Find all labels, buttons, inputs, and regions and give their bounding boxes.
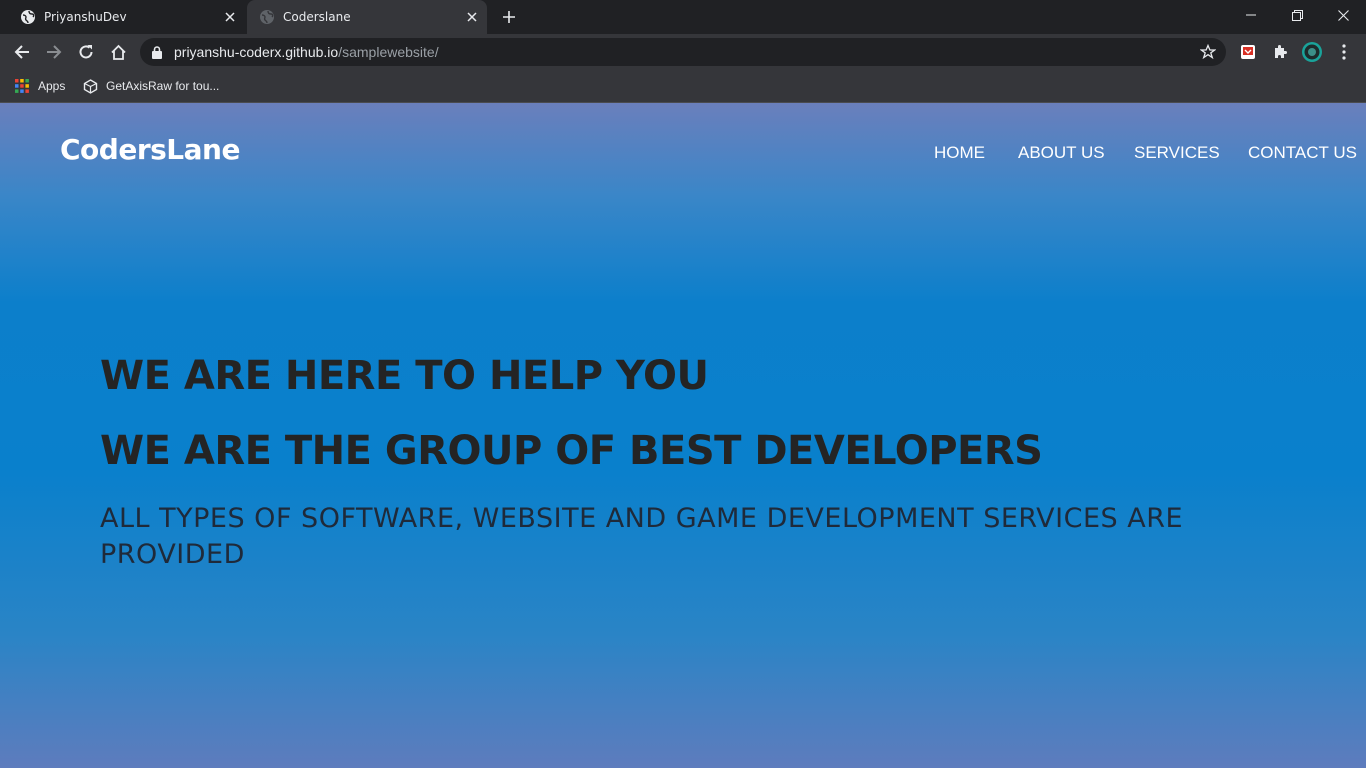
minimize-button[interactable] — [1228, 0, 1274, 30]
new-tab-button[interactable] — [498, 6, 520, 28]
lock-icon — [152, 45, 166, 59]
url-host: priyanshu-coderx.github.io — [174, 44, 339, 60]
tab-title: Coderslane — [283, 10, 351, 24]
restore-icon — [1291, 9, 1303, 21]
back-button[interactable] — [8, 38, 36, 66]
url-text: priyanshu-coderx.github.io/samplewebsite… — [174, 44, 439, 60]
tab-coderslane[interactable]: Coderslane — [247, 0, 487, 34]
menu-button[interactable] — [1330, 38, 1358, 66]
close-icon[interactable] — [463, 8, 481, 26]
bookmark-label: Apps — [38, 79, 66, 93]
unity-icon — [82, 78, 98, 94]
puzzle-icon — [1275, 45, 1287, 58]
arrow-right-icon — [47, 45, 62, 59]
web-page: CodersLane HOME ABOUT US SERVICES CONTAC… — [0, 103, 1366, 768]
plus-icon — [503, 11, 515, 23]
reload-icon — [79, 45, 93, 59]
profile-avatar[interactable] — [1298, 38, 1326, 66]
tab-strip: PriyanshuDev Coderslane — [0, 0, 1366, 34]
bookmark-star-icon[interactable] — [1199, 43, 1217, 60]
bookmark-getaxisraw[interactable]: GetAxisRaw for tou... — [82, 76, 219, 96]
red-badge-icon — [1241, 45, 1255, 59]
nav-about-us[interactable]: ABOUT US — [1018, 143, 1105, 163]
home-button[interactable] — [104, 38, 132, 66]
extensions-button[interactable] — [1266, 38, 1294, 66]
address-bar[interactable]: priyanshu-coderx.github.io/samplewebsite… — [140, 38, 1226, 66]
reload-button[interactable] — [72, 38, 100, 66]
globe-icon — [259, 9, 275, 25]
close-window-button[interactable] — [1320, 0, 1366, 30]
avatar-icon — [1302, 42, 1322, 62]
restore-button[interactable] — [1274, 0, 1320, 30]
globe-icon — [20, 9, 36, 25]
home-icon — [110, 44, 126, 60]
site-logo[interactable]: CodersLane — [60, 133, 240, 166]
kebab-menu-icon — [1342, 44, 1346, 60]
extension-badge-button[interactable] — [1234, 38, 1262, 66]
bookmark-label: GetAxisRaw for tou... — [106, 79, 220, 93]
close-icon — [1337, 9, 1349, 21]
minimize-icon — [1246, 14, 1256, 16]
bookmarks-bar: Apps GetAxisRaw for tou... — [0, 70, 1366, 103]
tab-priyanshudev[interactable]: PriyanshuDev — [8, 0, 245, 34]
nav-home[interactable]: HOME — [934, 143, 985, 163]
bookmark-apps[interactable]: Apps — [14, 76, 65, 96]
nav-services[interactable]: SERVICES — [1134, 143, 1220, 163]
hero-heading-primary: WE ARE HERE TO HELP YOU — [100, 353, 709, 399]
apps-grid-icon — [14, 78, 30, 94]
hero-heading-secondary: WE ARE THE GROUP OF BEST DEVELOPERS — [100, 428, 1043, 474]
arrow-left-icon — [14, 45, 29, 59]
close-icon[interactable] — [221, 8, 239, 26]
forward-button[interactable] — [40, 38, 68, 66]
browser-toolbar: priyanshu-coderx.github.io/samplewebsite… — [0, 34, 1366, 70]
hero-subtext: ALL TYPES OF SOFTWARE, WEBSITE AND GAME … — [100, 503, 1184, 570]
tab-title: PriyanshuDev — [44, 10, 127, 24]
nav-contact-us[interactable]: CONTACT US — [1248, 143, 1357, 163]
url-path: /samplewebsite/ — [338, 44, 439, 60]
